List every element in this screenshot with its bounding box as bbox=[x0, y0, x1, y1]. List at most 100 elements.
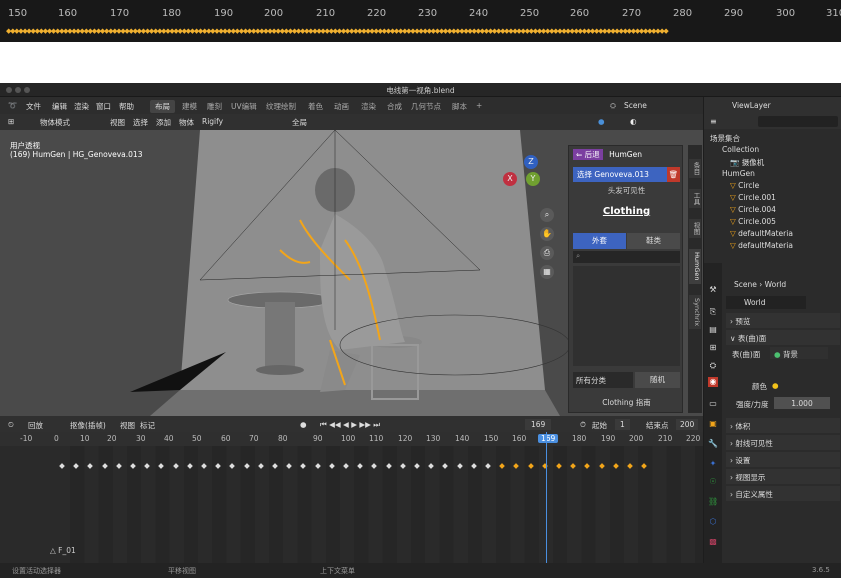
physics-tab-icon[interactable]: ☉ bbox=[708, 477, 718, 487]
gizmo-x-axis[interactable]: X bbox=[503, 172, 517, 186]
search-input[interactable]: ⌕ bbox=[573, 251, 680, 263]
blender-logo-icon[interactable]: ➰ bbox=[8, 101, 17, 110]
category-dropdown[interactable]: 所有分类 bbox=[573, 372, 633, 388]
top-keyframe-row[interactable]: ◆◆◆◆◆◆◆◆◆◆◆◆◆◆◆◆◆◆◆◆◆◆◆◆◆◆◆◆◆◆◆◆◆◆◆◆◆◆◆◆… bbox=[6, 27, 841, 35]
outliner-search-input[interactable] bbox=[758, 116, 838, 127]
clothing-preview-area[interactable] bbox=[573, 266, 680, 366]
workspace-tab-layout[interactable]: 布局 bbox=[150, 100, 175, 113]
workspace-tab[interactable]: 建模 bbox=[182, 101, 197, 112]
add-workspace-button[interactable]: + bbox=[476, 101, 482, 110]
tab-footwear[interactable]: 鞋类 bbox=[627, 233, 680, 249]
object-tab-icon[interactable]: ▣ bbox=[708, 419, 718, 429]
scene-selector[interactable]: Scene bbox=[624, 101, 647, 110]
outliner-row[interactable]: ▽ Circle.005 bbox=[704, 217, 841, 228]
keyframe[interactable] bbox=[414, 463, 420, 469]
keyframe[interactable] bbox=[584, 463, 591, 469]
viewlayer-selector[interactable]: ViewLayer bbox=[732, 101, 771, 110]
section-viewport-display[interactable]: › 视图显示 bbox=[726, 469, 840, 484]
data-tab-icon[interactable]: ⬡ bbox=[708, 517, 718, 527]
outliner-row[interactable]: Collection bbox=[704, 145, 841, 156]
section-surface[interactable]: ∨ 表(曲)面 bbox=[726, 330, 840, 345]
keyframe[interactable] bbox=[158, 463, 165, 469]
keyframe[interactable] bbox=[87, 463, 94, 469]
sidebar-tab-view[interactable]: 视图 bbox=[689, 219, 701, 238]
workspace-tab[interactable]: 着色 bbox=[308, 101, 323, 112]
outliner-row[interactable]: HumGen bbox=[704, 169, 841, 180]
human-selector[interactable]: 选择 Genoveva.013 🗑 bbox=[573, 167, 680, 182]
delete-icon[interactable]: 🗑 bbox=[667, 167, 680, 182]
render-tab-icon[interactable]: ⎘ bbox=[708, 307, 718, 317]
section-ray-visibility[interactable]: › 射线可见性 bbox=[726, 435, 840, 450]
section-preview[interactable]: › 预览 bbox=[726, 313, 840, 328]
start-frame-field[interactable]: 1 bbox=[615, 419, 630, 430]
gizmo-z-axis[interactable]: Z bbox=[524, 155, 538, 169]
outliner-row[interactable]: ▽ Circle.004 bbox=[704, 205, 841, 216]
keyframe[interactable] bbox=[442, 463, 449, 469]
workspace-tab[interactable]: UV编辑 bbox=[231, 101, 257, 112]
pan-hand-icon[interactable]: ✋ bbox=[540, 227, 554, 241]
menu-help[interactable]: 帮助 bbox=[119, 101, 134, 112]
keyframe[interactable] bbox=[257, 463, 264, 469]
hair-visibility[interactable]: 头发可见性 bbox=[573, 183, 680, 198]
outliner-root[interactable]: 场景集合 bbox=[704, 133, 841, 144]
output-tab-icon[interactable]: ▤ bbox=[708, 325, 718, 335]
sidebar-tab-item[interactable]: 条目 bbox=[689, 159, 701, 178]
keyframe[interactable] bbox=[172, 463, 179, 469]
section-custom-properties[interactable]: › 自定义属性 bbox=[726, 486, 840, 501]
keyframe[interactable] bbox=[556, 463, 562, 469]
menu-render[interactable]: 渲染 bbox=[74, 101, 89, 112]
keyframe[interactable] bbox=[598, 463, 605, 469]
keyframe[interactable] bbox=[144, 463, 151, 469]
back-button[interactable]: ⇐ 后退 bbox=[573, 149, 603, 160]
keyframe[interactable] bbox=[272, 463, 278, 469]
menu-file[interactable]: 文件 bbox=[26, 101, 41, 112]
outliner-filter-icon[interactable]: ≡ bbox=[710, 117, 717, 126]
keyframe[interactable] bbox=[527, 463, 534, 469]
shading-solid-icon[interactable]: ● bbox=[598, 117, 605, 126]
keyframe[interactable] bbox=[186, 463, 193, 469]
menu-rigify[interactable]: Rigify bbox=[202, 117, 223, 126]
viewlayer-tab-icon[interactable]: ⊞ bbox=[708, 343, 718, 353]
color-swatch[interactable]: ● bbox=[772, 381, 779, 390]
sidebar-tab-humgen[interactable]: HumGen bbox=[689, 249, 701, 284]
modifier-tab-icon[interactable]: 🔧 bbox=[708, 439, 718, 449]
particles-tab-icon[interactable]: ✦ bbox=[708, 459, 718, 469]
outliner-row[interactable]: ▽ defaultMateria bbox=[704, 229, 841, 240]
keyframe-row[interactable] bbox=[56, 463, 703, 469]
keyframe[interactable] bbox=[243, 463, 250, 469]
material-tab-icon[interactable]: ▩ bbox=[708, 537, 718, 547]
marker-label[interactable]: △ F_01 bbox=[50, 546, 76, 555]
scene-tab-icon[interactable]: ⛭ bbox=[708, 361, 718, 371]
gizmo-y-axis[interactable]: Y bbox=[526, 172, 540, 186]
keyframe[interactable] bbox=[314, 463, 321, 469]
outliner-row[interactable]: ▽ Circle bbox=[704, 181, 841, 192]
zoom-icon[interactable]: ⌕ bbox=[540, 208, 554, 222]
record-button[interactable]: ● bbox=[300, 420, 307, 429]
constraint-tab-icon[interactable]: ⛓ bbox=[708, 497, 718, 507]
keyframe[interactable] bbox=[115, 463, 122, 469]
keyframe[interactable] bbox=[570, 463, 577, 469]
workspace-tab[interactable]: 脚本 bbox=[452, 101, 467, 112]
keyframe[interactable] bbox=[59, 463, 65, 469]
surface-shader-field[interactable]: ● 背景 bbox=[770, 347, 828, 359]
tool-tab-icon[interactable]: ⚒ bbox=[708, 285, 718, 295]
menu-view[interactable]: 视图 bbox=[110, 117, 125, 128]
menu-keying[interactable]: 抠像(插帧) bbox=[70, 420, 106, 431]
keyframe[interactable] bbox=[357, 463, 364, 469]
sidebar-tab-tool[interactable]: 工具 bbox=[689, 189, 701, 208]
menu-window[interactable]: 窗口 bbox=[96, 101, 111, 112]
outliner-row[interactable]: 📷 摄像机 bbox=[704, 157, 841, 168]
playhead-frame[interactable]: 169 bbox=[538, 434, 559, 443]
strength-field[interactable]: 1.000 bbox=[774, 397, 830, 409]
section-settings[interactable]: › 设置 bbox=[726, 452, 840, 467]
world-tab-icon[interactable]: ◉ bbox=[708, 377, 718, 387]
keyframe[interactable] bbox=[229, 463, 236, 469]
keyframe[interactable] bbox=[343, 463, 349, 469]
menu-object[interactable]: 物体 bbox=[179, 117, 194, 128]
menu-marker[interactable]: 标记 bbox=[140, 420, 155, 431]
keyframe[interactable] bbox=[73, 463, 80, 469]
keyframe[interactable] bbox=[456, 463, 463, 469]
clothing-guide-button[interactable]: Clothing 指南 bbox=[573, 394, 680, 409]
keyframe[interactable] bbox=[201, 463, 207, 469]
workspace-tab[interactable]: 渲染 bbox=[361, 101, 376, 112]
